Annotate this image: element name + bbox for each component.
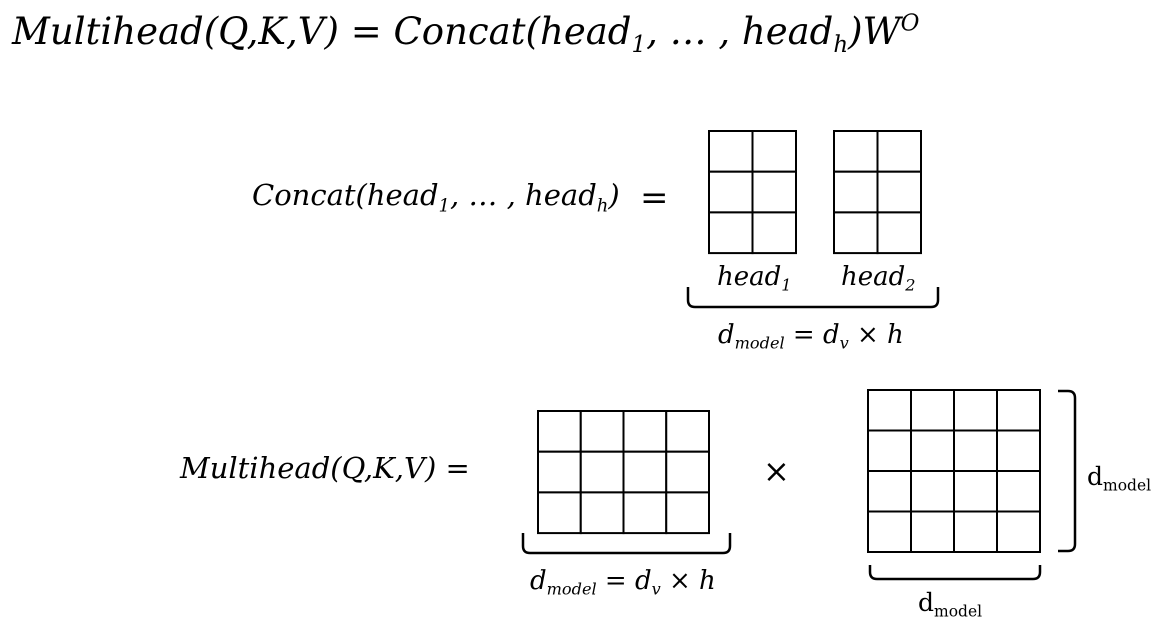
matrix-cell xyxy=(665,491,710,535)
left-matrix-brace-bracket xyxy=(521,533,732,555)
matrix-cell xyxy=(953,510,998,553)
w-matrix-right-brace-bracket xyxy=(1058,389,1077,553)
matrix-cell xyxy=(751,170,797,214)
matrix-cell xyxy=(996,429,1041,472)
matrix-cell xyxy=(867,510,912,553)
matrix-cell xyxy=(622,450,668,494)
matrix-cell xyxy=(996,470,1041,513)
matrix-cell xyxy=(996,389,1041,432)
matrix-cell xyxy=(910,470,955,513)
matrix-cell xyxy=(876,211,922,255)
w-matrix-bottom-brace-bracket xyxy=(868,565,1042,581)
matrix-cell xyxy=(537,450,582,494)
diagram-canvas xyxy=(521,130,1077,581)
matrix-cell xyxy=(751,130,797,173)
matrix-cell xyxy=(708,130,754,173)
matrix-cell xyxy=(833,130,879,173)
matrix-cell xyxy=(953,470,998,513)
matrix-cell xyxy=(876,170,922,214)
matrix-cell xyxy=(910,389,955,432)
matrix-cell xyxy=(579,450,625,494)
matrix-cell xyxy=(579,491,625,535)
matrix-cell xyxy=(867,470,912,513)
matrix-cell xyxy=(622,491,668,535)
matrix-cell xyxy=(996,510,1041,553)
matrix-cell xyxy=(708,170,754,214)
matrix-cell xyxy=(708,211,754,255)
concat-brace-bracket xyxy=(686,287,940,309)
matrix-cell xyxy=(876,130,922,173)
matrix-cell xyxy=(579,410,625,453)
matrix-cell xyxy=(665,410,710,453)
matrix-cell xyxy=(833,170,879,214)
head1-matrix xyxy=(708,130,797,255)
matrix-cell xyxy=(910,510,955,553)
concat-result-matrix xyxy=(537,410,710,535)
matrix-cell xyxy=(953,429,998,472)
head2-matrix xyxy=(833,130,922,255)
matrix-cell xyxy=(665,450,710,494)
output-weight-matrix xyxy=(867,389,1041,553)
matrix-cell xyxy=(622,410,668,453)
matrix-cell xyxy=(537,491,582,535)
matrix-cell xyxy=(867,429,912,472)
matrix-cell xyxy=(867,389,912,432)
matrix-cell xyxy=(751,211,797,255)
matrix-cell xyxy=(833,211,879,255)
matrix-cell xyxy=(910,429,955,472)
matrix-cell xyxy=(953,389,998,432)
matrix-cell xyxy=(537,410,582,453)
